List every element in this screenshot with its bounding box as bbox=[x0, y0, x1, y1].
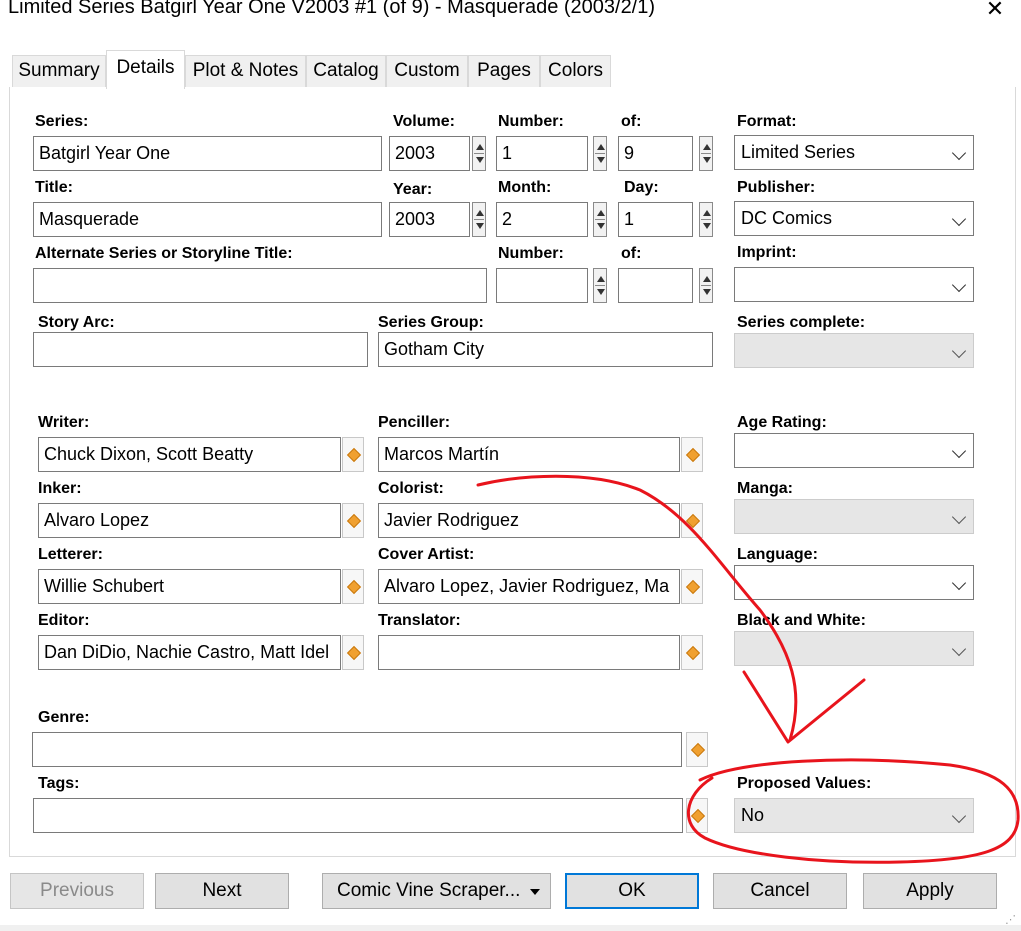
annotation-arrowhead bbox=[742, 670, 866, 744]
tab-details[interactable]: Details bbox=[106, 50, 185, 89]
annotation-circle bbox=[687, 758, 1020, 864]
annotation-arrow-line bbox=[476, 474, 798, 742]
highlight-annotation bbox=[476, 474, 1020, 864]
